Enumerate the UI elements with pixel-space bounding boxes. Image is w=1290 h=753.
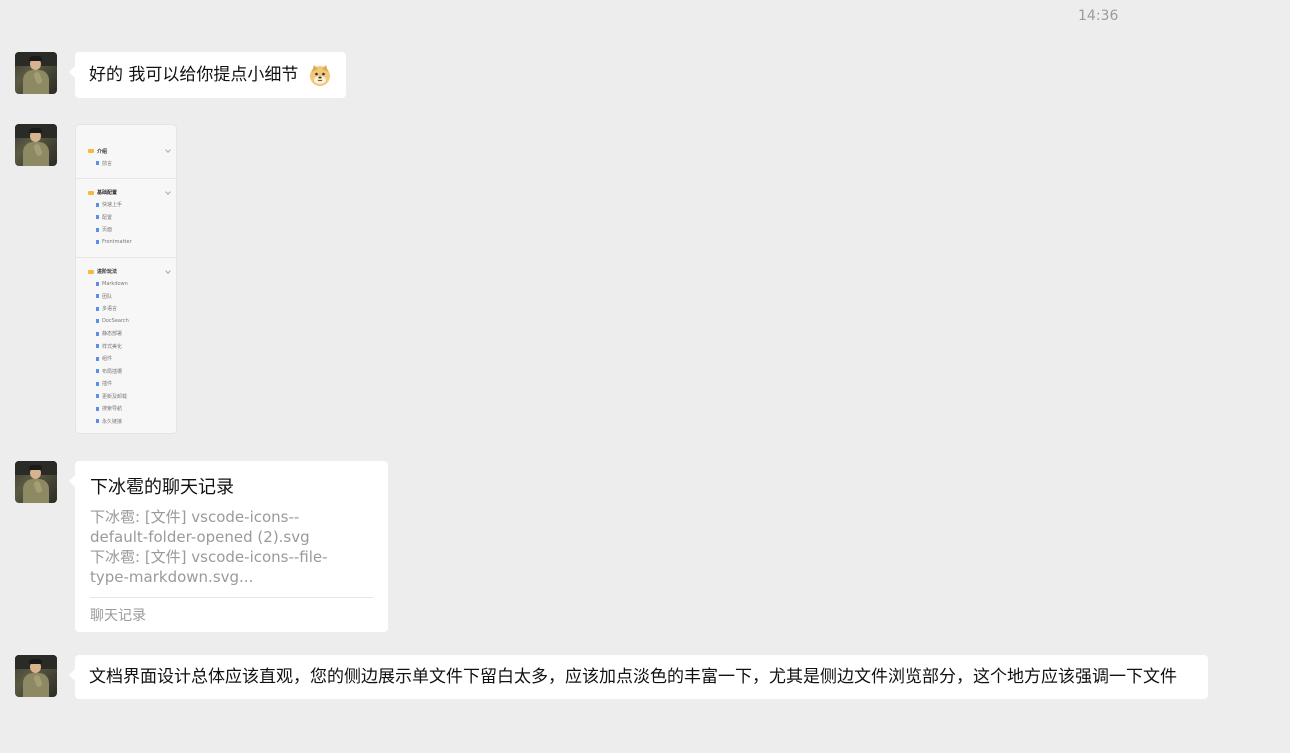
document-icon bbox=[96, 215, 99, 220]
folder-icon bbox=[88, 190, 94, 195]
document-icon bbox=[96, 344, 99, 349]
thumbnail-item: Frontmatter bbox=[88, 236, 172, 249]
thumbnail-group-title: 进阶玩法 bbox=[88, 266, 172, 278]
thumbnail-item-label: 永久链接 bbox=[102, 418, 123, 425]
thumbnail-item-label: 搜索导航 bbox=[102, 406, 123, 413]
document-icon bbox=[96, 394, 99, 399]
document-icon bbox=[96, 202, 99, 207]
thumbnail-item-label: 组件 bbox=[102, 356, 113, 363]
thumbnail-divider bbox=[76, 177, 176, 179]
message-row: 介绍前言基础配置快速上手配置页面 Frontmatter 进阶玩法 Markdown 团… bbox=[15, 124, 177, 434]
document-icon bbox=[96, 161, 99, 166]
message-row: 文档界面设计总体应该直观，您的侧边展示单文件下留白太多，应该加点淡色的丰富一下，… bbox=[15, 655, 1208, 699]
message-bubble[interactable]: 文档界面设计总体应该直观，您的侧边展示单文件下留白太多，应该加点淡色的丰富一下，… bbox=[69, 655, 1208, 699]
thumbnail-item: 组件 bbox=[88, 353, 172, 366]
document-icon bbox=[96, 381, 99, 386]
chat-record-line: 下冰雹: [文件] vscode-icons-- bbox=[90, 508, 300, 526]
chat-record-label: 聊天记录 bbox=[90, 608, 146, 624]
doge-emoji-icon bbox=[309, 65, 330, 86]
message-text: 文档界面设计总体应该直观，您的侧边展示单文件下留白太多，应该加点淡色的丰富一下，… bbox=[89, 667, 1177, 687]
document-icon bbox=[96, 369, 99, 374]
thumbnail-item-label: 更新及卸载 bbox=[102, 393, 128, 400]
thumbnail-item: 页面 bbox=[88, 224, 172, 237]
message-bubble[interactable]: 好的 我可以给你提点小细节 bbox=[69, 52, 346, 98]
document-icon bbox=[96, 406, 99, 411]
thumbnail-item: 配置 bbox=[88, 211, 172, 224]
thumbnail-item-label: 页面 bbox=[102, 227, 113, 234]
thumbnail-item: 快速上手 bbox=[88, 199, 172, 212]
thumbnail-item: 更新及卸载 bbox=[88, 390, 172, 403]
folder-icon bbox=[88, 269, 94, 274]
document-icon bbox=[96, 319, 99, 324]
chat-record-card[interactable]: 下冰雹的聊天记录 下冰雹: [文件] vscode-icons-- defaul… bbox=[69, 461, 388, 632]
thumbnail-item: 插件 bbox=[88, 378, 172, 391]
thumbnail-item-label: 前言 bbox=[102, 160, 113, 167]
thumbnail-item-label: DocSearch bbox=[102, 318, 129, 325]
divider bbox=[90, 597, 373, 598]
chat-record-line: type-markdown.svg... bbox=[90, 568, 254, 586]
document-icon bbox=[96, 227, 99, 232]
thumbnail-item-label: 快速上手 bbox=[102, 202, 123, 209]
chat-record-title: 下冰雹的聊天记录 bbox=[90, 477, 234, 498]
chevron-down-icon bbox=[165, 267, 171, 274]
thumbnail-item: 团队 bbox=[88, 290, 172, 303]
thumbnail-item-label: 静态部署 bbox=[102, 331, 123, 338]
thumbnail-item: 前言 bbox=[88, 157, 172, 170]
message-timestamp: 14:36 bbox=[1078, 8, 1119, 24]
thumbnail-item-label: 插件 bbox=[102, 381, 113, 388]
thumbnail-group-label: 进阶玩法 bbox=[97, 269, 118, 275]
thumbnail-group-title: 介绍 bbox=[88, 145, 172, 157]
message-row: 好的 我可以给你提点小细节 bbox=[15, 52, 346, 98]
document-icon bbox=[96, 356, 99, 361]
thumbnail-item: 静态部署 bbox=[88, 328, 172, 341]
chat-record-line: default-folder-opened (2).svg bbox=[90, 528, 310, 546]
thumbnail-item: 多语言 bbox=[88, 303, 172, 316]
document-icon bbox=[96, 240, 99, 245]
chat-record-line: 下冰雹: [文件] vscode-icons--file- bbox=[90, 548, 328, 566]
avatar[interactable] bbox=[15, 461, 57, 503]
thumbnail-item: 布局插槽 bbox=[88, 365, 172, 378]
thumbnail-item-label: 布局插槽 bbox=[102, 368, 123, 375]
thumbnail-group-title: 基础配置 bbox=[88, 187, 172, 199]
avatar[interactable] bbox=[15, 124, 57, 166]
thumbnail-item: Markdown bbox=[88, 278, 172, 291]
document-icon bbox=[96, 331, 99, 336]
thumbnail-item: 搜索导航 bbox=[88, 403, 172, 416]
thumbnail-item: 永久链接 bbox=[88, 415, 172, 428]
folder-icon bbox=[88, 149, 94, 153]
document-icon bbox=[96, 294, 99, 299]
thumbnail-item-label: Markdown bbox=[102, 280, 128, 287]
chevron-down-icon bbox=[165, 147, 171, 153]
thumbnail-item-label: Frontmatter bbox=[102, 239, 132, 246]
thumbnail-group-label: 基础配置 bbox=[97, 190, 118, 196]
avatar[interactable] bbox=[15, 655, 57, 697]
thumbnail-item-label: 团队 bbox=[102, 293, 113, 300]
thumbnail-item-label: 样式美化 bbox=[102, 343, 123, 350]
chevron-down-icon bbox=[165, 188, 171, 195]
document-icon bbox=[96, 306, 99, 311]
avatar[interactable] bbox=[15, 52, 57, 94]
message-text: 好的 我可以给你提点小细节 bbox=[89, 65, 299, 85]
thumbnail-item: 样式美化 bbox=[88, 340, 172, 353]
thumbnail-divider bbox=[76, 256, 176, 258]
thumbnail-item: DocSearch bbox=[88, 315, 172, 328]
image-message[interactable]: 介绍前言基础配置快速上手配置页面 Frontmatter 进阶玩法 Markdown 团… bbox=[75, 124, 177, 434]
message-row: 下冰雹的聊天记录 下冰雹: [文件] vscode-icons-- defaul… bbox=[15, 461, 388, 632]
thumbnail-group-label: 介绍 bbox=[97, 148, 108, 155]
thumbnail-item-label: 多语言 bbox=[102, 306, 118, 313]
thumbnail-item-label: 配置 bbox=[102, 214, 113, 221]
document-icon bbox=[96, 419, 99, 424]
document-icon bbox=[96, 281, 99, 286]
